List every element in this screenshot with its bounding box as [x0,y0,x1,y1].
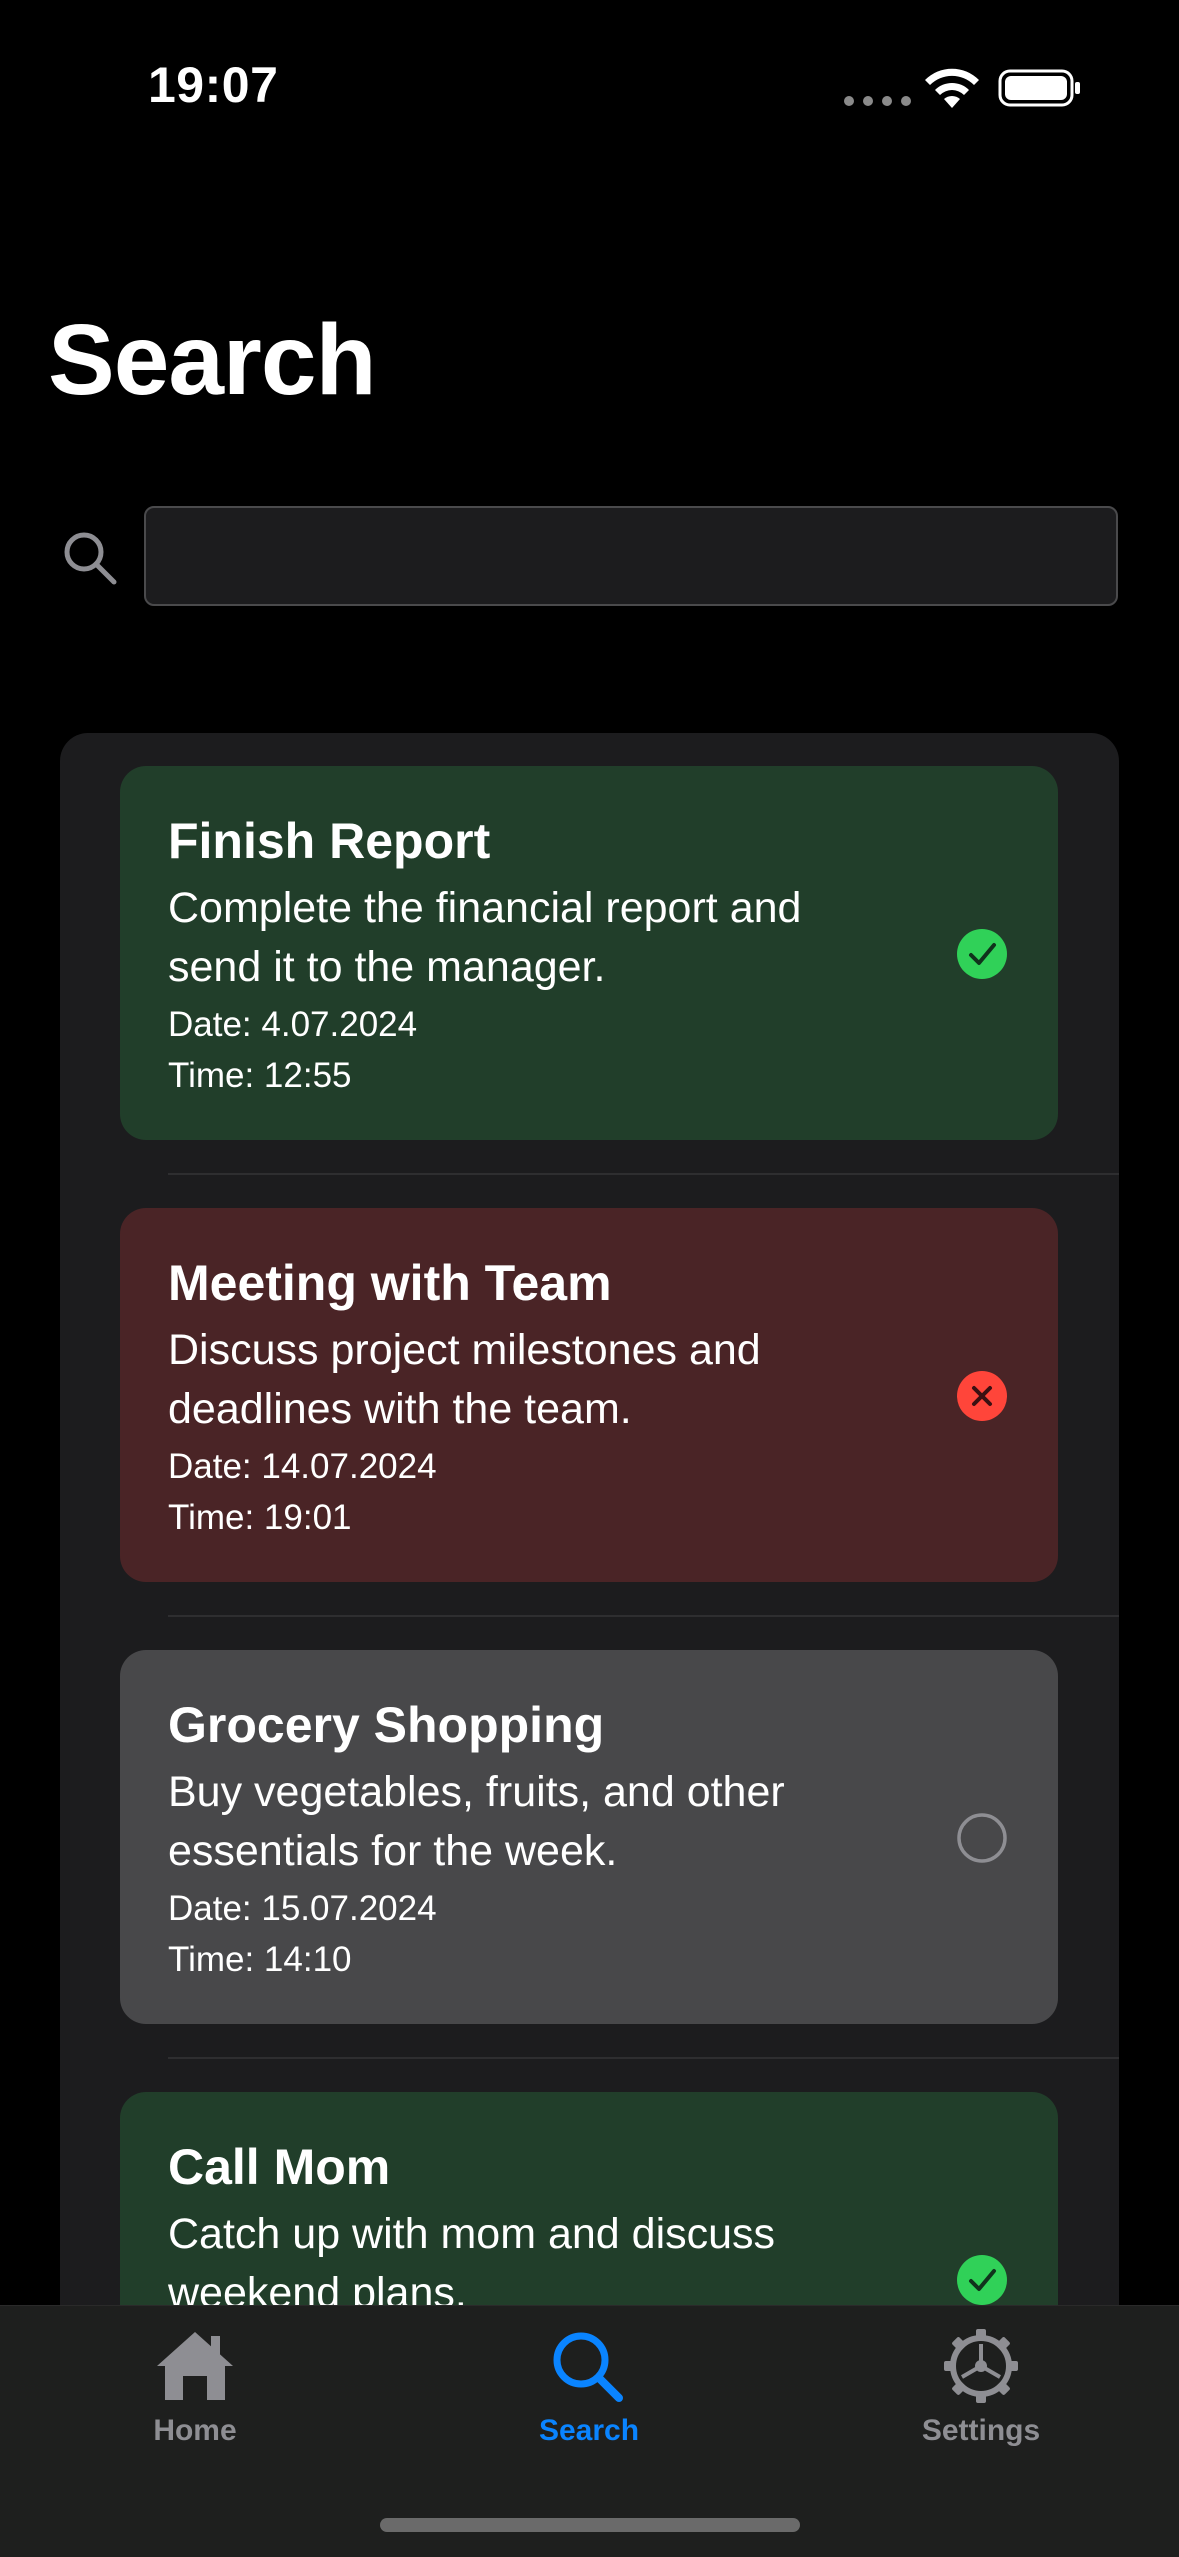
tab-home[interactable]: Home [75,2328,315,2448]
task-description: Complete the financial report and send i… [168,884,802,992]
status-time: 19:07 [148,57,279,113]
home-indicator [380,2518,800,2532]
tab-search[interactable]: Search [469,2328,709,2448]
task-card-finish-report[interactable]: Finish Report Complete the financial rep… [120,766,1058,1140]
list-item[interactable]: Finish Report Complete the financial rep… [60,733,1119,1175]
checkmark-circle-icon[interactable] [956,2254,1008,2306]
wifi-icon [925,68,979,108]
task-time: Time: 12:55 [168,1055,352,1095]
task-time: Time: 14:10 [168,1939,352,1979]
task-card-grocery-shopping[interactable]: Grocery Shopping Buy vegetables, fruits,… [120,1650,1058,2024]
task-date: Date: 4.07.2024 [168,1004,418,1044]
status-bar: 19:07 [0,0,1179,150]
task-title: Call Mom [168,2139,391,2195]
task-description: Buy vegetables, fruits, and other essent… [168,1768,785,1876]
task-list: Finish Report Complete the financial rep… [60,733,1119,2433]
tab-settings[interactable]: Settings [861,2328,1101,2448]
empty-circle-icon[interactable] [956,1812,1008,1864]
list-item[interactable]: Grocery Shopping Buy vegetables, fruits,… [60,1617,1119,2059]
tab-label: Search [538,2414,640,2447]
task-description: Discuss project milestones and deadlines… [168,1326,761,1434]
magnifyingglass-icon [553,2332,623,2402]
battery-icon [998,69,1080,107]
task-date: Date: 14.07.2024 [168,1446,437,1486]
page-title: Search [48,304,377,416]
xmark-circle-icon[interactable] [956,1370,1008,1422]
task-card-meeting-with-team[interactable]: Meeting with Team Discuss project milest… [120,1208,1058,1582]
gear-icon [944,2329,1018,2403]
task-time: Time: 19:01 [168,1497,352,1537]
checkmark-circle-icon[interactable] [956,928,1008,980]
task-title: Finish Report [168,813,491,869]
house-icon [157,2332,233,2400]
list-item[interactable]: Meeting with Team Discuss project milest… [60,1175,1119,1617]
tab-label: Home [153,2414,237,2447]
tab-label: Settings [921,2414,1041,2447]
search-icon [64,532,117,585]
task-title: Meeting with Team [168,1255,612,1311]
cellular-signal-icon [844,96,911,106]
task-title: Grocery Shopping [168,1697,605,1753]
search-input[interactable] [144,506,1118,606]
task-date: Date: 15.07.2024 [168,1888,437,1928]
